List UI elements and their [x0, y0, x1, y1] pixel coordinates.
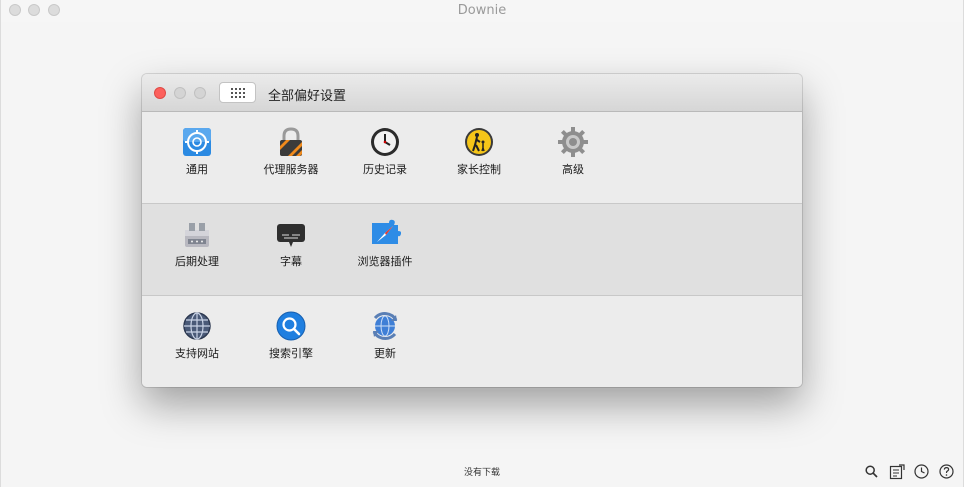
history-icon[interactable]: [913, 463, 930, 480]
prefs-section-2: 后期处理 字幕 浏览器插件: [142, 204, 802, 296]
pane-label: 搜索引擎: [269, 347, 313, 360]
show-all-button[interactable]: [219, 82, 256, 103]
gear-icon: [558, 127, 588, 157]
globe-icon: [183, 312, 211, 340]
pane-postprocessing[interactable]: 后期处理: [157, 218, 237, 269]
pane-search-engines[interactable]: 搜索引擎: [251, 310, 331, 361]
pane-general[interactable]: 通用: [157, 126, 237, 177]
update-icon: [372, 312, 398, 340]
prefs-close-button[interactable]: [154, 87, 166, 99]
pane-proxy[interactable]: 代理服务器: [251, 126, 331, 177]
parental-icon: [465, 128, 493, 156]
postprocess-icon: [185, 223, 209, 247]
pane-label: 高级: [562, 163, 584, 176]
pane-history[interactable]: 历史记录: [345, 126, 425, 177]
grid-icon: [230, 87, 245, 98]
clock-icon: [371, 128, 399, 156]
preferences-window: 全部偏好设置 通用 代理服务器 历史记录 家长控制 高级 后期处理 字幕 浏览器…: [142, 74, 802, 387]
pane-advanced[interactable]: 高级: [533, 126, 613, 177]
pane-label: 家长控制: [457, 163, 501, 176]
pane-label: 历史记录: [363, 163, 407, 176]
prefs-zoom-button[interactable]: [194, 87, 206, 99]
preferences-title: 全部偏好设置: [268, 89, 347, 104]
pane-updates[interactable]: 更新: [345, 310, 425, 361]
pane-label: 字幕: [280, 255, 302, 268]
search-icon[interactable]: [863, 463, 880, 480]
pane-parental[interactable]: 家长控制: [439, 126, 519, 177]
lock-icon: [280, 127, 302, 156]
title-bar: Downie: [1, 0, 963, 22]
prefs-section-3: 支持网站 搜索引擎 更新: [142, 296, 802, 387]
status-text: 没有下载: [463, 468, 500, 478]
bottom-toolbar: [863, 463, 955, 480]
pane-supported-sites[interactable]: 支持网站: [157, 310, 237, 361]
pane-label: 浏览器插件: [357, 255, 413, 268]
help-icon[interactable]: [938, 463, 955, 480]
window-title: Downie: [457, 3, 507, 18]
pane-label: 代理服务器: [263, 163, 319, 176]
pane-label: 更新: [374, 347, 396, 360]
general-icon: [183, 128, 211, 156]
pane-subtitles[interactable]: 字幕: [251, 218, 331, 269]
search-engine-icon: [276, 311, 306, 341]
subtitle-icon: [277, 224, 305, 247]
pane-label: 后期处理: [175, 255, 219, 268]
browser-plugin-icon: [372, 219, 401, 244]
prefs-minimize-button[interactable]: [174, 87, 186, 99]
pane-label: 通用: [186, 163, 208, 176]
edit-queue-icon[interactable]: [888, 463, 905, 480]
pane-browser-plugins[interactable]: 浏览器插件: [345, 218, 425, 269]
preferences-toolbar: 全部偏好设置: [142, 74, 802, 112]
prefs-section-1: 通用 代理服务器 历史记录 家长控制 高级: [142, 112, 802, 204]
pane-label: 支持网站: [175, 347, 219, 360]
